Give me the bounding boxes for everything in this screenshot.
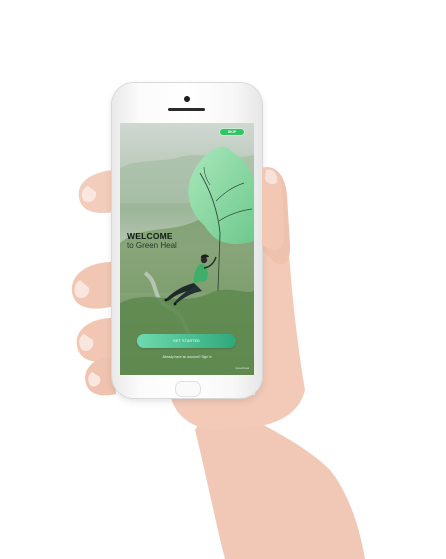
app-screen: SKIP WELCOME to Green Heal GET STARTED A… xyxy=(120,123,254,375)
phone-frame: SKIP WELCOME to Green Heal GET STARTED A… xyxy=(112,83,262,398)
figure-shoe-2 xyxy=(173,302,177,306)
front-camera xyxy=(184,96,190,102)
brand-mark: GreenHeal xyxy=(235,366,249,370)
earpiece-speaker xyxy=(168,108,205,111)
signin-link[interactable]: Already have an account? Sign in xyxy=(120,355,254,359)
skip-button[interactable]: SKIP xyxy=(219,128,245,136)
welcome-title: WELCOME xyxy=(127,231,173,241)
welcome-subtitle: to Green Heal xyxy=(127,241,177,250)
figure-shoe xyxy=(164,298,168,302)
get-started-button[interactable]: GET STARTED xyxy=(137,334,236,348)
hill-near xyxy=(120,289,254,375)
home-button[interactable] xyxy=(175,381,201,397)
